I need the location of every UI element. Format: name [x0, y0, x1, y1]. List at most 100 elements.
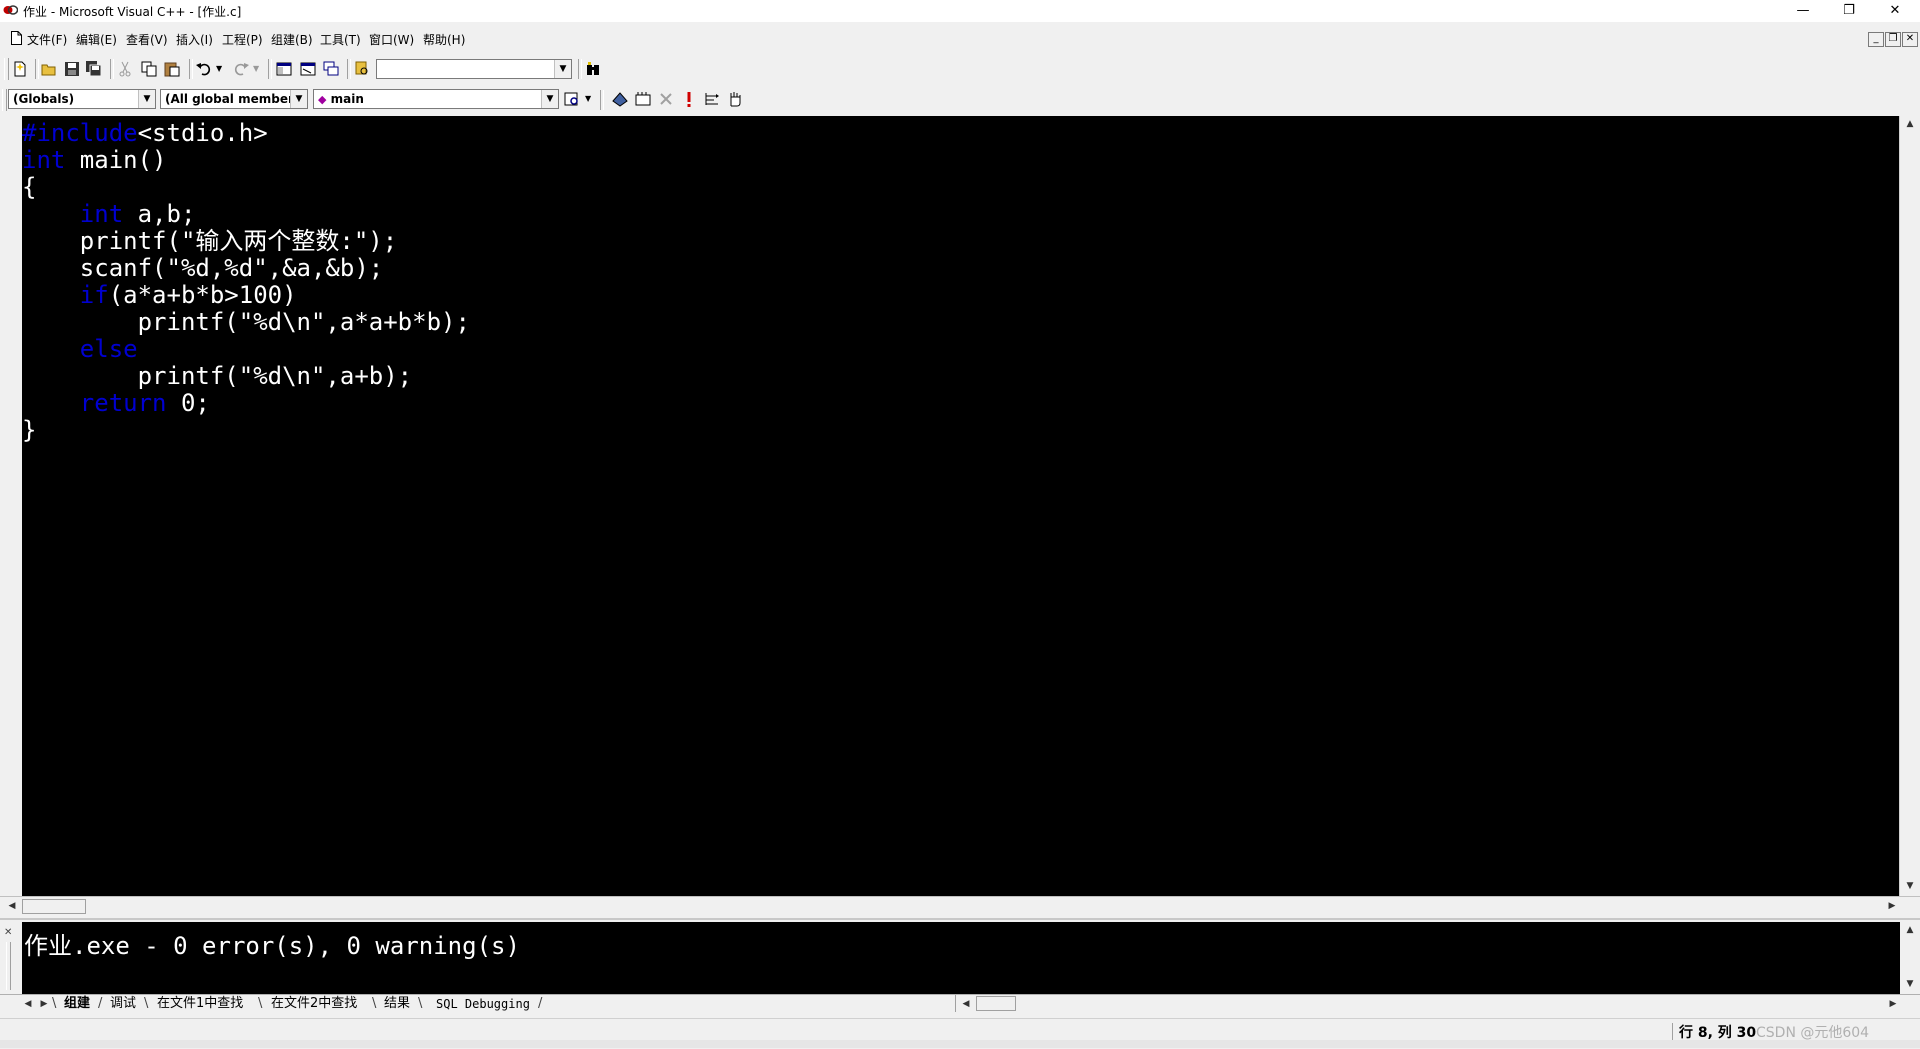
scroll-left-arrow-icon[interactable]: ◀: [958, 996, 974, 1012]
build-icon[interactable]: [633, 89, 653, 109]
code-line[interactable]: printf("%d\n",a+b);: [22, 363, 470, 390]
scroll-down-arrow-icon[interactable]: ▼: [1902, 976, 1918, 992]
menu-help[interactable]: 帮助(H): [423, 31, 465, 48]
tab-results[interactable]: 结果: [384, 995, 410, 1013]
scroll-thumb[interactable]: [22, 899, 86, 914]
open-folder-icon[interactable]: [39, 59, 59, 79]
output-pane-close-icon[interactable]: ✕: [4, 928, 12, 938]
code-token: printf("输入两个整数:");: [22, 227, 398, 255]
save-icon[interactable]: [62, 59, 82, 79]
undo-dropdown-icon[interactable]: ▼: [216, 64, 222, 73]
chevron-down-icon[interactable]: ▼: [290, 90, 307, 108]
output-pane-grip[interactable]: [6, 942, 11, 990]
chevron-down-icon[interactable]: ▼: [138, 90, 155, 108]
restore-button[interactable]: ❐: [1826, 0, 1872, 22]
execute-exclamation-icon[interactable]: [679, 89, 699, 109]
tab-find-in-files-1[interactable]: 在文件1中查找: [157, 995, 243, 1013]
scroll-down-arrow-icon[interactable]: ▼: [1902, 878, 1918, 894]
wizard-bar: (Globals) ▼ (All global members ▼ ◆ main…: [0, 86, 1920, 114]
binoculars-find-icon[interactable]: [583, 59, 603, 79]
code-line[interactable]: int main(): [22, 147, 470, 174]
scroll-thumb[interactable]: [976, 996, 1016, 1011]
class-combo-value: (Globals): [13, 92, 75, 106]
code-editor[interactable]: #include<stdio.h> int main(){ int a,b; pr…: [22, 116, 1900, 896]
undo-icon[interactable]: [194, 59, 214, 79]
menu-project[interactable]: 工程(P): [222, 31, 263, 48]
class-combo[interactable]: (Globals) ▼: [8, 89, 156, 109]
output-window-icon[interactable]: [298, 59, 318, 79]
code-token: (a*a+b*b>100): [108, 281, 297, 309]
redo-dropdown-icon[interactable]: ▼: [253, 64, 259, 73]
workspace-window-icon[interactable]: [274, 59, 294, 79]
find-in-files-icon[interactable]: [352, 59, 372, 79]
output-vertical-scrollbar[interactable]: ▲ ▼: [1900, 922, 1920, 994]
members-combo[interactable]: (All global members ▼: [160, 89, 308, 109]
compile-icon[interactable]: [610, 89, 630, 109]
toolbar-separator: [110, 59, 114, 79]
tab-scroll-right-icon[interactable]: ▶: [36, 996, 52, 1012]
code-token: }: [22, 416, 37, 444]
minimize-button[interactable]: —: [1780, 0, 1826, 22]
stop-build-icon[interactable]: [656, 89, 676, 109]
mdi-minimize-button[interactable]: _: [1868, 32, 1884, 47]
output-window[interactable]: 作业.exe - 0 error(s), 0 warning(s): [22, 922, 1900, 994]
code-line[interactable]: int a,b;: [22, 201, 470, 228]
tab-sql-debugging[interactable]: SQL Debugging: [436, 995, 530, 1013]
scroll-right-arrow-icon[interactable]: ▶: [1885, 996, 1901, 1012]
scroll-left-arrow-icon[interactable]: ◀: [4, 898, 20, 914]
mdi-restore-button[interactable]: ❐: [1885, 32, 1901, 47]
function-combo[interactable]: ◆ main ▼: [313, 89, 559, 109]
tab-debug[interactable]: 调试: [110, 995, 136, 1013]
code-line[interactable]: scanf("%d,%d",&a,&b);: [22, 255, 470, 282]
code-line[interactable]: if(a*a+b*b>100): [22, 282, 470, 309]
breakpoint-hand-icon[interactable]: [725, 89, 745, 109]
tab-scroll-left-icon[interactable]: ◀: [20, 996, 36, 1012]
code-line[interactable]: printf("输入两个整数:");: [22, 228, 470, 255]
document-icon[interactable]: [11, 31, 22, 45]
menu-window[interactable]: 窗口(W): [369, 31, 414, 48]
menu-edit[interactable]: 编辑(E): [76, 31, 117, 48]
paste-icon[interactable]: [162, 59, 182, 79]
code-line[interactable]: #include<stdio.h>: [22, 120, 470, 147]
code-line[interactable]: return 0;: [22, 390, 470, 417]
chevron-down-icon[interactable]: ▼: [541, 90, 558, 108]
code-line[interactable]: else: [22, 336, 470, 363]
function-combo-value: main: [330, 92, 364, 106]
find-combo[interactable]: ▼: [376, 59, 572, 79]
tab-find-in-files-2[interactable]: 在文件2中查找: [271, 995, 357, 1013]
scroll-up-arrow-icon[interactable]: ▲: [1902, 116, 1918, 132]
code-line[interactable]: printf("%d\n",a*a+b*b);: [22, 309, 470, 336]
new-file-icon[interactable]: [10, 59, 30, 79]
toolbar-grip[interactable]: [2, 89, 7, 111]
standard-toolbar: ▼ ▼ ▼: [0, 55, 1920, 83]
scroll-up-arrow-icon[interactable]: ▲: [1902, 922, 1918, 938]
window-list-icon[interactable]: [321, 59, 341, 79]
menu-tools[interactable]: 工具(T): [320, 31, 361, 48]
code-line[interactable]: }: [22, 417, 470, 444]
menu-build[interactable]: 组建(B): [271, 31, 313, 48]
editor-horizontal-scrollbar[interactable]: ◀ ▶: [0, 896, 1920, 917]
save-all-icon[interactable]: [84, 59, 104, 79]
wizard-action-dropdown-icon[interactable]: ▼: [585, 94, 591, 103]
redo-icon[interactable]: [231, 59, 251, 79]
close-button[interactable]: ✕: [1872, 0, 1918, 22]
chevron-down-icon[interactable]: ▼: [554, 60, 571, 78]
menu-file[interactable]: 文件(F): [27, 31, 67, 48]
go-icon[interactable]: [702, 89, 722, 109]
cut-icon[interactable]: [115, 59, 135, 79]
build-output-text: 作业.exe - 0 error(s), 0 warning(s): [24, 932, 520, 960]
toolbar-grip[interactable]: [4, 58, 9, 80]
code-keyword: int: [79, 200, 124, 228]
wizard-action-icon[interactable]: [562, 89, 582, 109]
editor-vertical-scrollbar[interactable]: ▲ ▼: [1899, 116, 1920, 896]
menu-insert[interactable]: 插入(I): [176, 31, 213, 48]
code-line[interactable]: {: [22, 174, 470, 201]
copy-icon[interactable]: [139, 59, 159, 79]
code-text[interactable]: #include<stdio.h> int main(){ int a,b; pr…: [22, 120, 470, 444]
tab-strip-hscrollbar[interactable]: ◀ ▶: [955, 995, 1920, 1012]
scroll-right-arrow-icon[interactable]: ▶: [1884, 898, 1900, 914]
mdi-close-button[interactable]: ✕: [1902, 32, 1918, 47]
menu-view[interactable]: 查看(V): [126, 31, 168, 48]
method-diamond-icon: ◆: [318, 93, 327, 106]
tab-build[interactable]: 组建: [64, 995, 90, 1013]
